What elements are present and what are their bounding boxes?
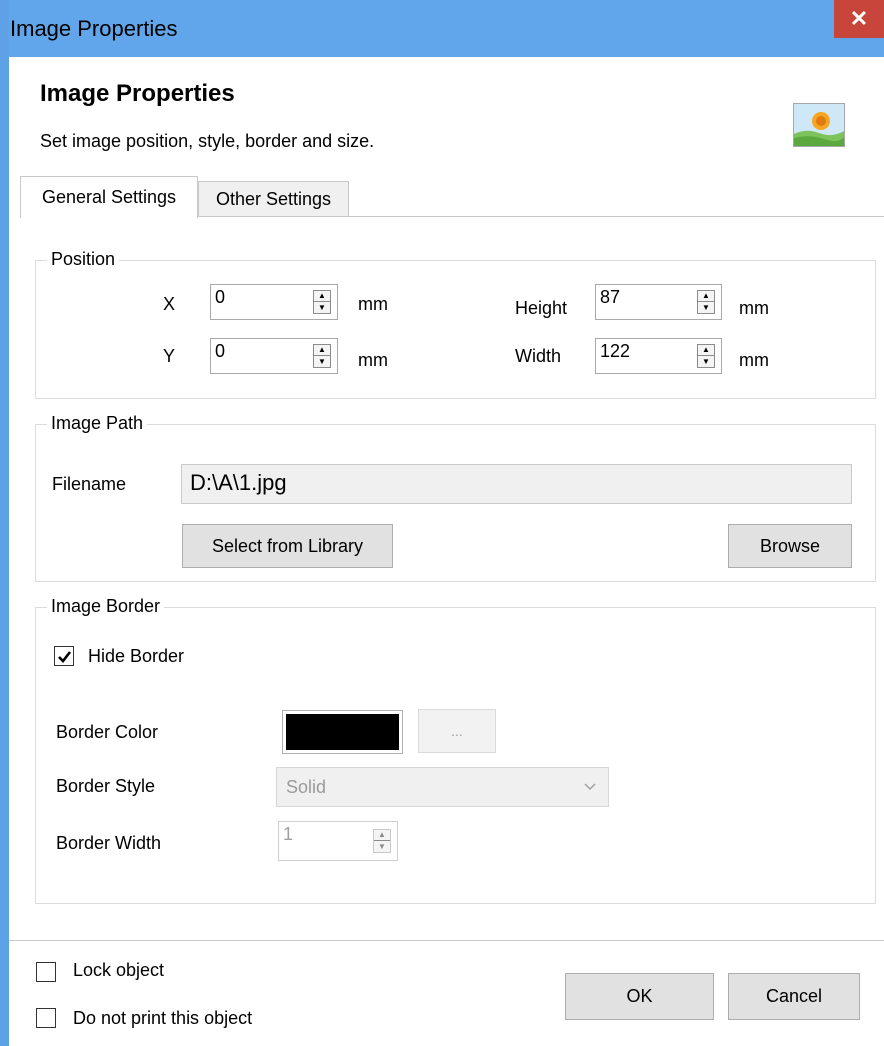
position-group	[35, 260, 876, 399]
close-button[interactable]: ✕	[834, 0, 884, 38]
filename-field[interactable]: D:\A\1.jpg	[181, 464, 852, 504]
y-stepper[interactable]: 0 ▲ ▼	[210, 338, 338, 374]
spin-down-icon[interactable]: ▼	[698, 302, 714, 313]
dialog-header	[9, 57, 884, 175]
width-value: 122	[600, 341, 631, 361]
y-unit: mm	[358, 350, 388, 370]
height-value: 87	[600, 287, 621, 307]
position-legend: Position	[47, 249, 120, 270]
x-stepper[interactable]: 0 ▲ ▼	[210, 284, 338, 320]
header-subtitle: Set image position, style, border and si…	[40, 131, 375, 151]
lock-object-checkbox[interactable]	[36, 962, 56, 982]
filename-label: Filename	[52, 474, 127, 494]
width-stepper[interactable]: 122 ▲ ▼	[595, 338, 722, 374]
close-icon: ✕	[849, 6, 869, 31]
border-width-label: Border Width	[56, 833, 162, 853]
select-from-library-button[interactable]: Select from Library	[182, 524, 393, 568]
image-border-legend: Image Border	[47, 596, 165, 617]
height-stepper[interactable]: 87 ▲ ▼	[595, 284, 722, 320]
border-color-picker-button[interactable]: ...	[418, 709, 496, 753]
border-style-select[interactable]: Solid	[276, 767, 609, 807]
spin-up-icon[interactable]: ▲	[698, 345, 714, 356]
hide-border-label[interactable]: Hide Border	[88, 646, 184, 667]
border-width-value: 1	[283, 824, 294, 844]
y-spin-arrows[interactable]: ▲ ▼	[313, 344, 331, 368]
spin-down-icon[interactable]: ▼	[314, 302, 330, 313]
tab-general-settings[interactable]: General Settings	[20, 176, 198, 218]
y-value: 0	[215, 341, 226, 361]
ok-button[interactable]: OK	[565, 973, 714, 1020]
lock-object-label[interactable]: Lock object	[73, 960, 164, 981]
checkmark-icon	[58, 651, 72, 663]
image-landscape-icon	[793, 103, 845, 147]
border-style-value: Solid	[286, 777, 327, 797]
chevron-down-icon	[584, 783, 596, 791]
do-not-print-label[interactable]: Do not print this object	[73, 1008, 252, 1029]
height-label: Height	[515, 298, 568, 318]
spin-up-icon[interactable]: ▲	[374, 830, 390, 841]
border-width-spin-arrows[interactable]: ▲ ▼	[373, 829, 391, 853]
footer-separator	[9, 940, 884, 941]
x-spin-arrows[interactable]: ▲ ▼	[313, 290, 331, 314]
width-unit: mm	[739, 350, 769, 370]
spin-down-icon[interactable]: ▼	[698, 356, 714, 367]
x-unit: mm	[358, 294, 388, 314]
image-path-legend: Image Path	[47, 413, 148, 434]
width-label: Width	[515, 346, 562, 366]
spin-down-icon[interactable]: ▼	[314, 356, 330, 367]
do-not-print-checkbox[interactable]	[36, 1008, 56, 1028]
color-fill	[286, 714, 399, 750]
spin-up-icon[interactable]: ▲	[698, 291, 714, 302]
height-unit: mm	[739, 298, 769, 318]
cancel-button[interactable]: Cancel	[728, 973, 860, 1020]
width-spin-arrows[interactable]: ▲ ▼	[697, 344, 715, 368]
tab-other-settings[interactable]: Other Settings	[198, 181, 349, 216]
x-label: X	[163, 294, 176, 314]
border-style-label: Border Style	[56, 776, 156, 796]
border-color-label: Border Color	[56, 722, 159, 742]
x-value: 0	[215, 287, 226, 307]
spin-up-icon[interactable]: ▲	[314, 291, 330, 302]
height-spin-arrows[interactable]: ▲ ▼	[697, 290, 715, 314]
spin-up-icon[interactable]: ▲	[314, 345, 330, 356]
window-title: Image Properties	[10, 16, 178, 41]
header-title: Image Properties	[40, 80, 235, 107]
spin-down-icon[interactable]: ▼	[374, 841, 390, 852]
browse-button[interactable]: Browse	[728, 524, 852, 568]
border-width-stepper[interactable]: 1 ▲ ▼	[278, 821, 398, 861]
hide-border-checkbox[interactable]	[54, 646, 74, 666]
y-label: Y	[163, 346, 176, 366]
border-color-swatch[interactable]	[282, 710, 403, 754]
